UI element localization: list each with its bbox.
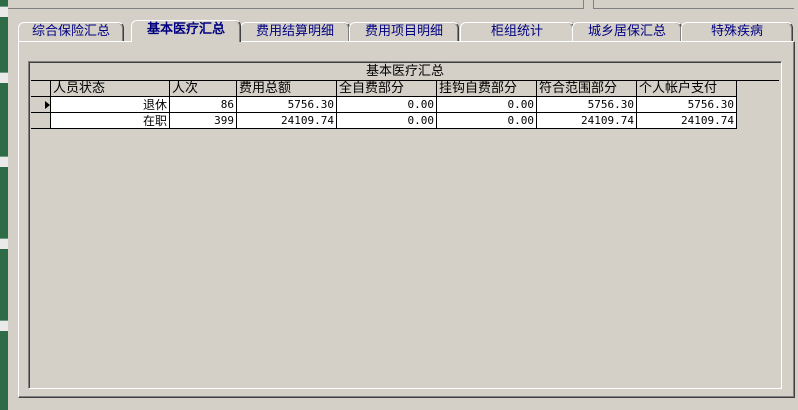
cell-visits[interactable]: 86 [170, 97, 237, 113]
main-panel: 综合保险汇总 基本医疗汇总 费用结算明细 费用项目明细 柜组统计 城乡居保汇总 … [8, 12, 798, 410]
column-header-status[interactable]: 人员状态 [51, 81, 170, 97]
cell-linked-self-pay[interactable]: 0.00 [437, 113, 537, 129]
tab-counter-statistics[interactable]: 柜组统计 [460, 22, 574, 41]
strip-mark [0, 238, 8, 249]
row-indicator [31, 113, 51, 129]
column-header-visits[interactable]: 人次 [170, 81, 237, 97]
cell-full-self-pay[interactable]: 0.00 [337, 113, 437, 129]
tab-content-frame: 基本医疗汇总 人员状态 人次 费用总额 全自费部分 挂钩自费部分 符合范围部分 … [18, 41, 795, 398]
column-header-linked-self-pay[interactable]: 挂钩自费部分 [437, 81, 537, 97]
tab-expense-settlement-detail[interactable]: 费用结算明细 [240, 22, 350, 41]
cell-personal-account[interactable]: 24109.74 [637, 113, 737, 129]
tab-comprehensive-insurance-summary[interactable]: 综合保险汇总 [18, 22, 124, 41]
cell-status[interactable]: 退休 [51, 97, 170, 113]
strip-mark [0, 72, 8, 83]
cell-in-scope[interactable]: 5756.30 [537, 97, 637, 113]
top-panel-edge [8, 0, 584, 9]
cell-total-cost[interactable]: 5756.30 [237, 97, 337, 113]
tab-bar: 综合保险汇总 基本医疗汇总 费用结算明细 费用项目明细 柜组统计 城乡居保汇总 … [18, 20, 798, 42]
column-header-personal-account[interactable]: 个人帐户支付 [637, 81, 737, 97]
tab-urban-rural-summary[interactable]: 城乡居保汇总 [572, 22, 682, 41]
tab-expense-item-detail[interactable]: 费用项目明细 [349, 22, 459, 41]
background-window-strip [0, 0, 8, 410]
top-strip [8, 0, 798, 12]
cell-total-cost[interactable]: 24109.74 [237, 113, 337, 129]
strip-mark [0, 320, 8, 331]
cell-full-self-pay[interactable]: 0.00 [337, 97, 437, 113]
data-grid-frame: 基本医疗汇总 人员状态 人次 费用总额 全自费部分 挂钩自费部分 符合范围部分 … [28, 61, 782, 389]
cell-status[interactable]: 在职 [51, 113, 170, 129]
tab-special-diseases[interactable]: 特殊疾病 [681, 22, 793, 41]
current-row-arrow-icon [45, 101, 50, 109]
data-grid[interactable]: 基本医疗汇总 人员状态 人次 费用总额 全自费部分 挂钩自费部分 符合范围部分 … [31, 64, 779, 129]
table-row[interactable]: 在职 399 24109.74 0.00 0.00 24109.74 24109… [31, 113, 737, 129]
column-header-in-scope[interactable]: 符合范围部分 [537, 81, 637, 97]
cell-linked-self-pay[interactable]: 0.00 [437, 97, 537, 113]
table-row[interactable]: 退休 86 5756.30 0.00 0.00 5756.30 5756.30 [31, 97, 737, 113]
cell-in-scope[interactable]: 24109.74 [537, 113, 637, 129]
column-header-full-self-pay[interactable]: 全自费部分 [337, 81, 437, 97]
grid-caption: 基本医疗汇总 [31, 64, 779, 81]
cell-visits[interactable]: 399 [170, 113, 237, 129]
row-indicator-header [31, 81, 51, 97]
strip-mark [0, 6, 8, 17]
grid-header-row: 人员状态 人次 费用总额 全自费部分 挂钩自费部分 符合范围部分 个人帐户支付 [31, 81, 737, 97]
strip-mark [0, 156, 8, 167]
cell-personal-account[interactable]: 5756.30 [637, 97, 737, 113]
top-panel-edge [593, 0, 794, 9]
current-row-indicator [31, 97, 51, 113]
tab-basic-medical-summary[interactable]: 基本医疗汇总 [131, 20, 241, 42]
column-header-total-cost[interactable]: 费用总额 [237, 81, 337, 97]
